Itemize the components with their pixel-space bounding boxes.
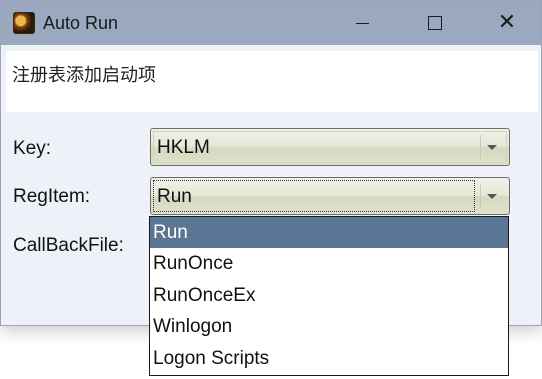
dropdown-option-runonceex[interactable]: RunOnceEx [150, 280, 508, 311]
dropdown-option-logon-scripts[interactable]: Logon Scripts [150, 343, 508, 374]
dropdown-option-run[interactable]: Run [150, 217, 508, 249]
app-icon [13, 12, 35, 34]
focus-rect [153, 180, 475, 212]
regitem-combobox[interactable]: Run [150, 177, 510, 215]
chevron-down-icon [487, 144, 497, 150]
maximize-icon [428, 16, 442, 30]
key-dropdown-arrow[interactable] [480, 135, 503, 159]
title-bar[interactable]: Auto Run ✕ [1, 1, 541, 45]
dropdown-option-runonce[interactable]: RunOnce [150, 248, 508, 279]
close-button[interactable]: ✕ [471, 1, 542, 45]
chevron-down-icon [487, 193, 497, 199]
key-combobox[interactable]: HKLM [150, 128, 510, 166]
dropdown-option-winlogon[interactable]: Winlogon [150, 311, 508, 342]
description-panel: 注册表添加启动项 [6, 51, 538, 112]
key-combobox-value: HKLM [157, 137, 210, 158]
minimize-icon [355, 22, 369, 24]
close-icon: ✕ [497, 10, 517, 35]
maximize-button[interactable] [399, 1, 471, 45]
key-label: Key: [13, 138, 52, 159]
regitem-dropdown-arrow[interactable] [480, 184, 503, 208]
minimize-button[interactable] [326, 1, 398, 45]
regitem-label: RegItem: [13, 186, 91, 207]
callbackfile-label: CallBackFile: [13, 235, 124, 256]
regitem-combobox-value: Run [157, 186, 192, 207]
window-title: Auto Run [43, 13, 119, 33]
regitem-dropdown-list[interactable]: Run RunOnce RunOnceEx Winlogon Logon Scr… [149, 216, 509, 376]
